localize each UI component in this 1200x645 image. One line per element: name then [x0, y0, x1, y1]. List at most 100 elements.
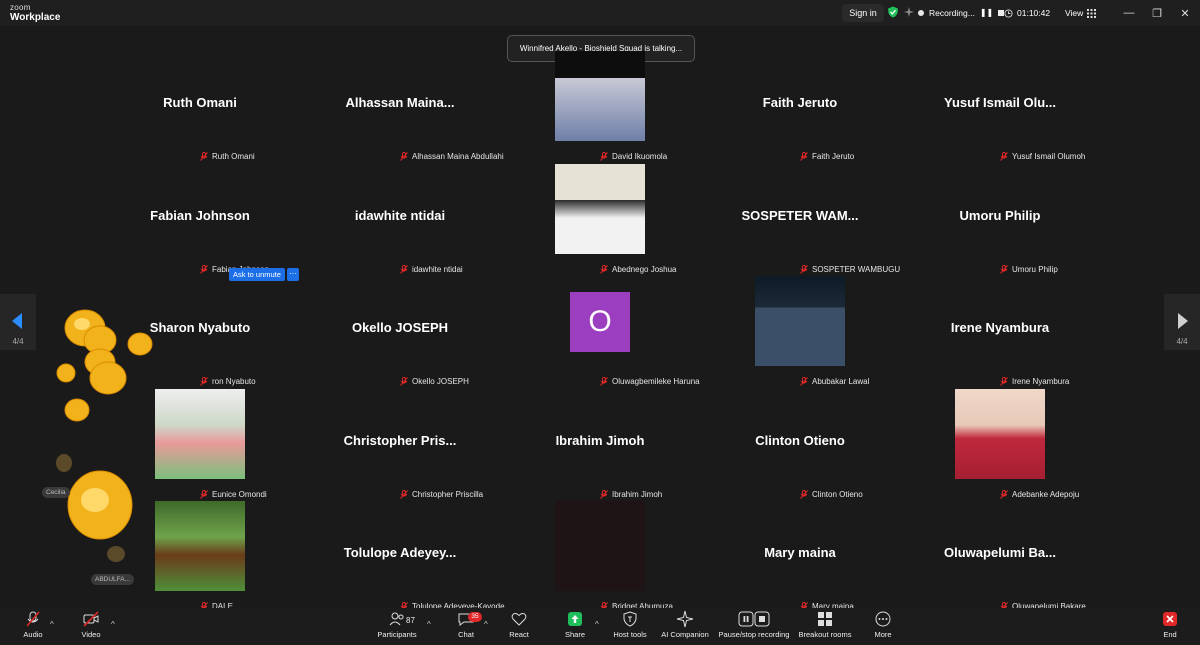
- maximize-icon[interactable]: ❐: [1148, 4, 1166, 22]
- view-button[interactable]: View: [1065, 4, 1097, 22]
- pause-stop-icon: [738, 611, 770, 627]
- participant-tile[interactable]: Faith Jeruto Faith Jeruto: [700, 51, 900, 163]
- more-button[interactable]: More: [872, 610, 894, 639]
- breakout-rooms-icon: [818, 612, 832, 626]
- participant-avatar: O: [570, 292, 630, 352]
- pause-icon[interactable]: ❚❚: [980, 4, 993, 22]
- muted-mic-icon: [400, 152, 408, 161]
- video-button[interactable]: Video: [78, 610, 104, 639]
- share-button[interactable]: Share: [563, 610, 587, 639]
- react-label: React: [509, 630, 529, 639]
- participant-tile[interactable]: Clinton Otieno Clinton Otieno: [700, 389, 900, 501]
- participant-tile[interactable]: Bridget Ahumuza: [500, 501, 700, 613]
- more-label: More: [874, 630, 892, 639]
- participant-label: Ibrahim Jimoh: [600, 490, 662, 499]
- participant-label: Umoru Philip: [1000, 265, 1058, 274]
- participant-label: Ruth Omani: [200, 152, 255, 161]
- ai-companion-button[interactable]: AI Companion: [660, 610, 710, 639]
- muted-mic-icon: [600, 377, 608, 386]
- muted-mic-icon: [200, 377, 208, 386]
- participant-name: Alhassan Maina...: [345, 95, 455, 110]
- participant-tile[interactable]: Fabian JohnsonFabian Johnson: [100, 164, 300, 276]
- more-options-button[interactable]: ···: [287, 268, 299, 281]
- participant-label-text: Yusuf Ismail Olumoh: [1012, 152, 1086, 161]
- participant-name: Mary maina: [764, 545, 836, 560]
- participant-tile[interactable]: Irene Nyambura Irene Nyambura: [900, 276, 1100, 388]
- previous-page-button[interactable]: 4/4: [0, 294, 36, 350]
- participant-label-text: David Ikuomola: [612, 152, 668, 161]
- participant-tile[interactable]: SOSPETER WAM... SOSPETER WAMBUGU: [700, 164, 900, 276]
- breakout-rooms-button[interactable]: Breakout rooms: [797, 610, 853, 639]
- muted-mic-icon: [1000, 152, 1008, 161]
- react-button[interactable]: React: [507, 610, 531, 639]
- muted-mic-icon: [200, 152, 208, 161]
- participant-tile[interactable]: Abubakar Lawal: [700, 276, 900, 388]
- muted-mic-icon: [600, 152, 608, 161]
- participant-tile[interactable]: idawhite ntidai idawhite ntidai: [300, 164, 500, 276]
- sign-in-button[interactable]: Sign in: [842, 4, 884, 22]
- recording-dot-icon: [918, 10, 924, 16]
- participant-tile[interactable]: Alhassan Maina... Alhassan Maina Abdullah…: [300, 51, 503, 163]
- chat-unread-badge: 35: [468, 612, 482, 622]
- chat-options-caret[interactable]: ^: [484, 620, 488, 629]
- participant-tile[interactable]: Ibrahim Jimoh Ibrahim Jimoh: [500, 389, 700, 501]
- participant-tile[interactable]: Tolulope Adeyey... Tolulope Adeyeye-Kayod…: [300, 501, 505, 613]
- participant-tile[interactable]: Abednego Joshua: [500, 164, 700, 276]
- participant-name: idawhite ntidai: [354, 208, 446, 223]
- muted-mic-icon: [800, 152, 808, 161]
- ai-companion-label: AI Companion: [661, 630, 709, 639]
- participant-label: Yusuf Ismail Olumoh: [1000, 152, 1085, 161]
- clock-icon: [1004, 8, 1013, 18]
- meeting-toolbar: Audio ^ Video ^ Participants ^ Chat ^ Re…: [0, 608, 1200, 645]
- reaction-name-label: Cecilia: [42, 487, 70, 498]
- participant-label-text: idawhite ntidai: [412, 265, 463, 274]
- participant-label-text: Abubakar Lawal: [812, 377, 870, 386]
- audio-button[interactable]: Audio: [20, 610, 46, 639]
- participant-label: Irene Nyambura: [1000, 377, 1069, 386]
- end-label: End: [1163, 630, 1177, 639]
- participant-tile[interactable]: Adebanke Adepoju: [900, 389, 1100, 501]
- brand-line-2: Workplace: [10, 12, 61, 23]
- participant-tile[interactable]: Umoru Philip Umoru Philip: [900, 164, 1100, 276]
- participant-label: Eunice Omondi: [200, 490, 267, 499]
- page-indicator-left: 4/4: [12, 337, 24, 346]
- participant-tile[interactable]: O Oluwagbemileke Haruna: [500, 276, 700, 388]
- audio-options-caret[interactable]: ^: [50, 620, 54, 629]
- end-meeting-button[interactable]: End: [1160, 610, 1180, 639]
- sparkle-icon: [676, 610, 694, 628]
- participant-video: [155, 389, 245, 479]
- participant-tile[interactable]: David Ikuomola: [500, 51, 700, 163]
- host-tools-button[interactable]: Host tools: [612, 610, 648, 639]
- ask-to-unmute-button[interactable]: Ask to unmute: [229, 268, 285, 281]
- recording-indicator[interactable]: Recording... ❚❚: [918, 4, 1005, 22]
- participant-tile[interactable]: Okello JOSEPH Okello JOSEPH: [300, 276, 500, 388]
- participant-label-text: Ibrahim Jimoh: [612, 490, 663, 499]
- participant-tile[interactable]: Ruth Omani Ruth Omani: [100, 51, 300, 163]
- minimize-icon[interactable]: —: [1120, 4, 1138, 22]
- sparkle-icon[interactable]: [903, 6, 915, 18]
- participant-tile[interactable]: Mary maina Mary maina: [700, 501, 900, 613]
- participant-label: David Ikuomola: [600, 152, 667, 161]
- participants-options-caret[interactable]: ^: [427, 620, 431, 629]
- participant-name: Yusuf Ismail Olu...: [944, 95, 1056, 110]
- shield-check-icon[interactable]: [887, 6, 899, 18]
- heart-icon: [511, 613, 527, 626]
- muted-mic-icon: [800, 490, 808, 499]
- next-page-button[interactable]: 4/4: [1164, 294, 1200, 350]
- close-icon[interactable]: ✕: [1176, 4, 1194, 22]
- share-options-caret[interactable]: ^: [595, 620, 599, 629]
- participant-tile[interactable]: Oluwapelumi Ba... Oluwapelumi Bakare: [900, 501, 1100, 613]
- participant-tile[interactable]: Yusuf Ismail Olu... Yusuf Ismail Olumoh: [900, 51, 1100, 163]
- participant-name: Christopher Pris...: [343, 433, 457, 448]
- pause-stop-recording-button[interactable]: Pause/stop recording: [718, 610, 790, 639]
- reaction-name-label: ABDULFA...: [91, 574, 135, 585]
- video-options-caret[interactable]: ^: [111, 620, 115, 629]
- participant-tile[interactable]: Christopher Pris... Christopher Priscilla: [300, 389, 500, 501]
- participant-label: ron Nyabuto: [200, 377, 256, 386]
- muted-mic-icon: [400, 490, 408, 499]
- participant-label: Abednego Joshua: [600, 265, 677, 274]
- participant-name: Oluwapelumi Ba...: [944, 545, 1056, 560]
- host-tools-label: Host tools: [613, 630, 647, 639]
- muted-mic-icon: [200, 265, 208, 274]
- participants-count: 87: [406, 616, 415, 625]
